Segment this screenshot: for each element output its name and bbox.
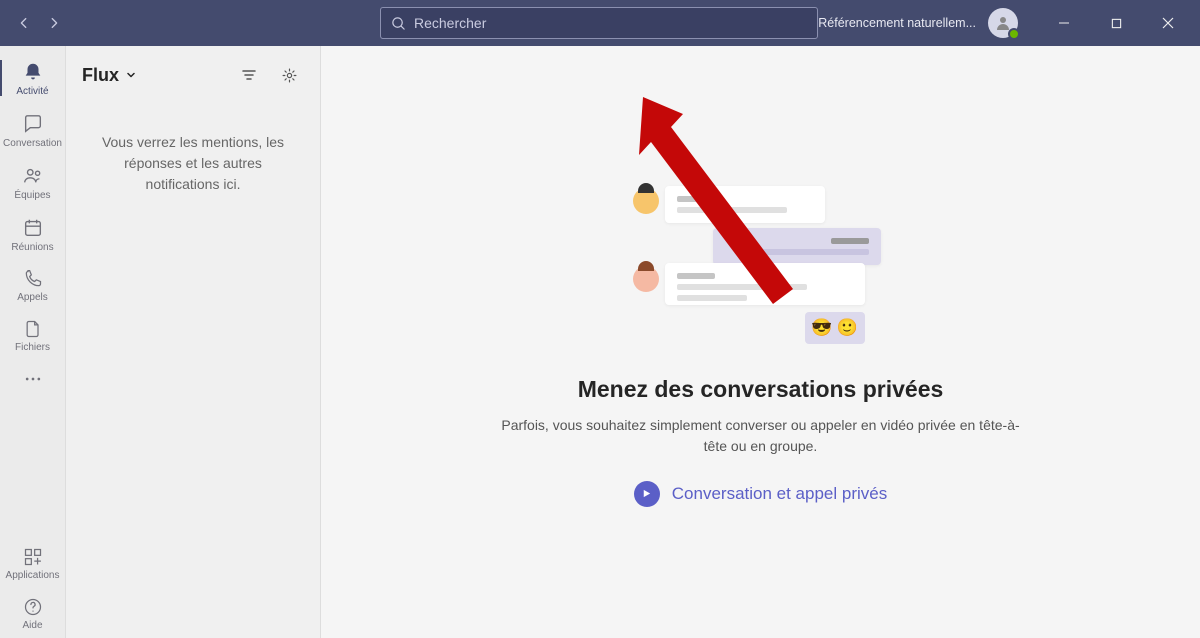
close-button[interactable]	[1146, 8, 1190, 38]
rail-files[interactable]: Fichiers	[0, 310, 66, 360]
apps-icon	[23, 547, 43, 567]
maximize-button[interactable]	[1094, 8, 1138, 38]
minimize-button[interactable]	[1042, 8, 1086, 38]
search-icon	[391, 16, 406, 31]
feed-dropdown[interactable]: Flux	[82, 65, 137, 86]
rail-label: Aide	[22, 620, 42, 631]
cta-text: Conversation et appel privés	[672, 484, 887, 504]
rail-label: Équipes	[14, 190, 50, 201]
hero-subtitle: Parfois, vous souhaitez simplement conve…	[501, 415, 1021, 457]
search-wrap: Rechercher	[380, 7, 818, 39]
search-placeholder: Rechercher	[414, 15, 486, 31]
settings-button[interactable]	[274, 60, 304, 90]
content-area: 😎🙂 Menez des conversations privées Parfo…	[321, 46, 1200, 638]
rail-more[interactable]	[0, 360, 66, 396]
rail-chat[interactable]: Conversation	[0, 104, 66, 156]
rail-teams[interactable]: Équipes	[0, 156, 66, 208]
chat-icon	[22, 113, 44, 135]
rail-label: Appels	[17, 292, 48, 303]
rail-label: Activité	[16, 86, 48, 97]
back-button[interactable]	[10, 9, 38, 37]
rail-calls[interactable]: Appels	[0, 260, 66, 310]
app-layout: Activité Conversation Équipes Réunions A…	[0, 46, 1200, 638]
panel-title-text: Flux	[82, 65, 119, 86]
chevron-down-icon	[125, 69, 137, 81]
rail-meetings[interactable]: Réunions	[0, 208, 66, 260]
rail-label: Conversation	[3, 138, 62, 149]
avatar[interactable]	[988, 8, 1018, 38]
more-icon	[23, 369, 43, 389]
rail-label: Fichiers	[15, 342, 50, 353]
app-rail: Activité Conversation Équipes Réunions A…	[0, 46, 66, 638]
rail-apps[interactable]: Applications	[0, 538, 66, 588]
panel-empty-message: Vous verrez les mentions, les réponses e…	[66, 104, 320, 223]
calendar-icon	[22, 217, 44, 239]
private-chat-cta[interactable]: Conversation et appel privés	[634, 481, 887, 507]
phone-icon	[23, 269, 43, 289]
play-icon	[634, 481, 660, 507]
rail-label: Réunions	[11, 242, 53, 253]
history-nav	[10, 9, 68, 37]
search-input[interactable]: Rechercher	[380, 7, 818, 39]
chat-illustration: 😎🙂	[621, 178, 901, 358]
bell-icon	[22, 61, 44, 83]
presence-indicator	[1008, 28, 1020, 40]
panel-header: Flux	[66, 46, 320, 104]
rail-label: Applications	[6, 570, 60, 581]
title-bar: Rechercher Référencement naturellem...	[0, 0, 1200, 46]
file-icon	[23, 319, 43, 339]
people-icon	[22, 165, 44, 187]
hero-title: Menez des conversations privées	[578, 376, 944, 403]
forward-button[interactable]	[40, 9, 68, 37]
org-name[interactable]: Référencement naturellem...	[818, 16, 976, 30]
rail-help[interactable]: Aide	[0, 588, 66, 638]
activity-panel: Flux Vous verrez les mentions, les répon…	[66, 46, 321, 638]
filter-button[interactable]	[234, 60, 264, 90]
help-icon	[23, 597, 43, 617]
panel-actions	[234, 60, 304, 90]
filter-icon	[241, 67, 257, 83]
gear-icon	[281, 67, 298, 84]
titlebar-right: Référencement naturellem...	[818, 8, 1190, 38]
person-icon	[995, 15, 1011, 31]
rail-activity[interactable]: Activité	[0, 52, 66, 104]
